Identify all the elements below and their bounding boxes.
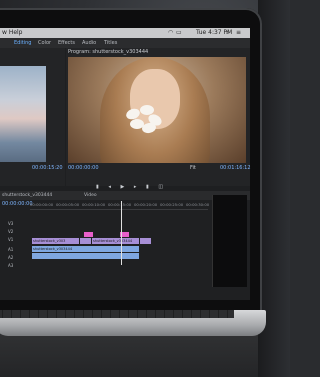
list-icon[interactable]: ≡ — [236, 28, 241, 38]
video-clip[interactable]: shutterstock_v303444 — [92, 238, 139, 244]
mark-out-icon[interactable]: ▮ — [146, 184, 153, 190]
track-label[interactable]: A1 — [8, 247, 13, 252]
tab-titles[interactable]: Titles — [104, 38, 117, 48]
video-clip[interactable] — [140, 238, 151, 244]
program-timecode-left: 00:00:00:00 — [68, 165, 99, 171]
search-icon[interactable]: ⌕ — [226, 28, 229, 38]
program-fit[interactable]: Fit — [190, 165, 196, 171]
pink-marker[interactable] — [84, 232, 93, 237]
audio-clip[interactable]: shutterstock_v303444 — [32, 246, 139, 252]
flower-bouquet — [122, 105, 166, 143]
play-icon[interactable]: ▶ — [120, 184, 128, 190]
video-clip[interactable]: shutterstock_v303 — [32, 238, 79, 244]
transport-controls: ▮ ◂ ▶ ▸ ▮ ◫ — [96, 184, 167, 190]
video-clip[interactable] — [80, 238, 91, 244]
tab-audio[interactable]: Audio — [82, 38, 96, 48]
tab-color[interactable]: Color — [38, 38, 51, 48]
ruler-tick: 00:00:05:00 — [56, 202, 80, 207]
track-label[interactable]: V3 — [8, 221, 13, 226]
step-back-icon[interactable]: ◂ — [108, 184, 115, 190]
video-tab[interactable]: Video — [84, 191, 97, 200]
step-forward-icon[interactable]: ▸ — [134, 184, 141, 190]
mac-menubar: w Help ◠ ▭ Tue 4:37 PM ⌕ ≡ — [0, 28, 250, 38]
sequence-tab[interactable]: shutterstock_v303444 — [2, 191, 52, 200]
ruler-tick: 00:00:25:00 — [160, 202, 184, 207]
keyboard-strip — [0, 310, 234, 318]
tab-editing[interactable]: Editing — [14, 38, 31, 48]
track-label[interactable]: V2 — [8, 229, 13, 234]
program-title: Program: shutterstock_v303444 — [68, 49, 149, 55]
camera-icon[interactable]: ◫ — [158, 184, 167, 190]
track-label[interactable]: A3 — [8, 263, 13, 268]
timeline-ruler: 00:00:00:00 00:00:05:00 00:00:10:00 00:0… — [30, 201, 210, 210]
menubar-left-label[interactable]: w Help — [2, 28, 23, 38]
track-label[interactable]: A2 — [8, 255, 13, 260]
mark-in-icon[interactable]: ▮ — [96, 184, 103, 190]
track-label[interactable]: V1 — [8, 237, 13, 242]
tab-effects[interactable]: Effects — [58, 38, 75, 48]
ruler-tick: 00:00:15:00 — [108, 202, 132, 207]
ruler-tick: 00:00:10:00 — [82, 202, 106, 207]
workspace-tabs: Editing Color Effects Audio Titles — [0, 38, 250, 48]
program-frame — [68, 57, 246, 163]
playhead[interactable] — [121, 201, 122, 265]
ruler-tick: 00:00:30:00 — [186, 202, 210, 207]
program-timecode-right: 00:01:16:12 — [220, 165, 251, 171]
audio-clip[interactable] — [32, 253, 139, 259]
ruler-tick: 00:00:00:00 — [30, 202, 54, 207]
source-timecode: 00:00:15:20 — [32, 165, 63, 171]
ruler-tick: 00:00:20:00 — [134, 202, 158, 207]
battery-icon: ▭ — [176, 29, 182, 36]
wifi-icon: ◠ — [168, 29, 174, 36]
source-frame — [0, 66, 46, 162]
audio-meter — [212, 195, 247, 287]
timeline-timecode: 00:00:00:00 — [2, 201, 33, 207]
